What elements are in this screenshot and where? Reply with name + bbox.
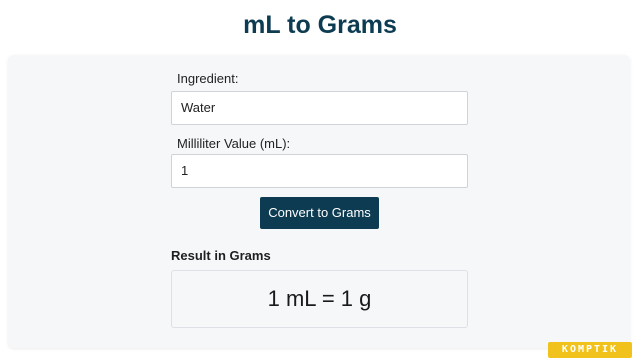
- page-title: mL to Grams: [243, 11, 397, 39]
- result-output: 1 mL = 1 g: [171, 270, 468, 328]
- ingredient-input[interactable]: Water: [171, 91, 468, 125]
- convert-button[interactable]: Convert to Grams: [260, 197, 379, 229]
- milliliter-label: Milliliter Value (mL):: [177, 136, 291, 151]
- result-heading: Result in Grams: [171, 248, 271, 263]
- page: mL to Grams Ingredient: Water Milliliter…: [0, 0, 640, 360]
- ingredient-label: Ingredient:: [177, 71, 239, 86]
- watermark-logo: KOMPTIK: [548, 342, 632, 358]
- milliliter-input[interactable]: 1: [171, 154, 468, 188]
